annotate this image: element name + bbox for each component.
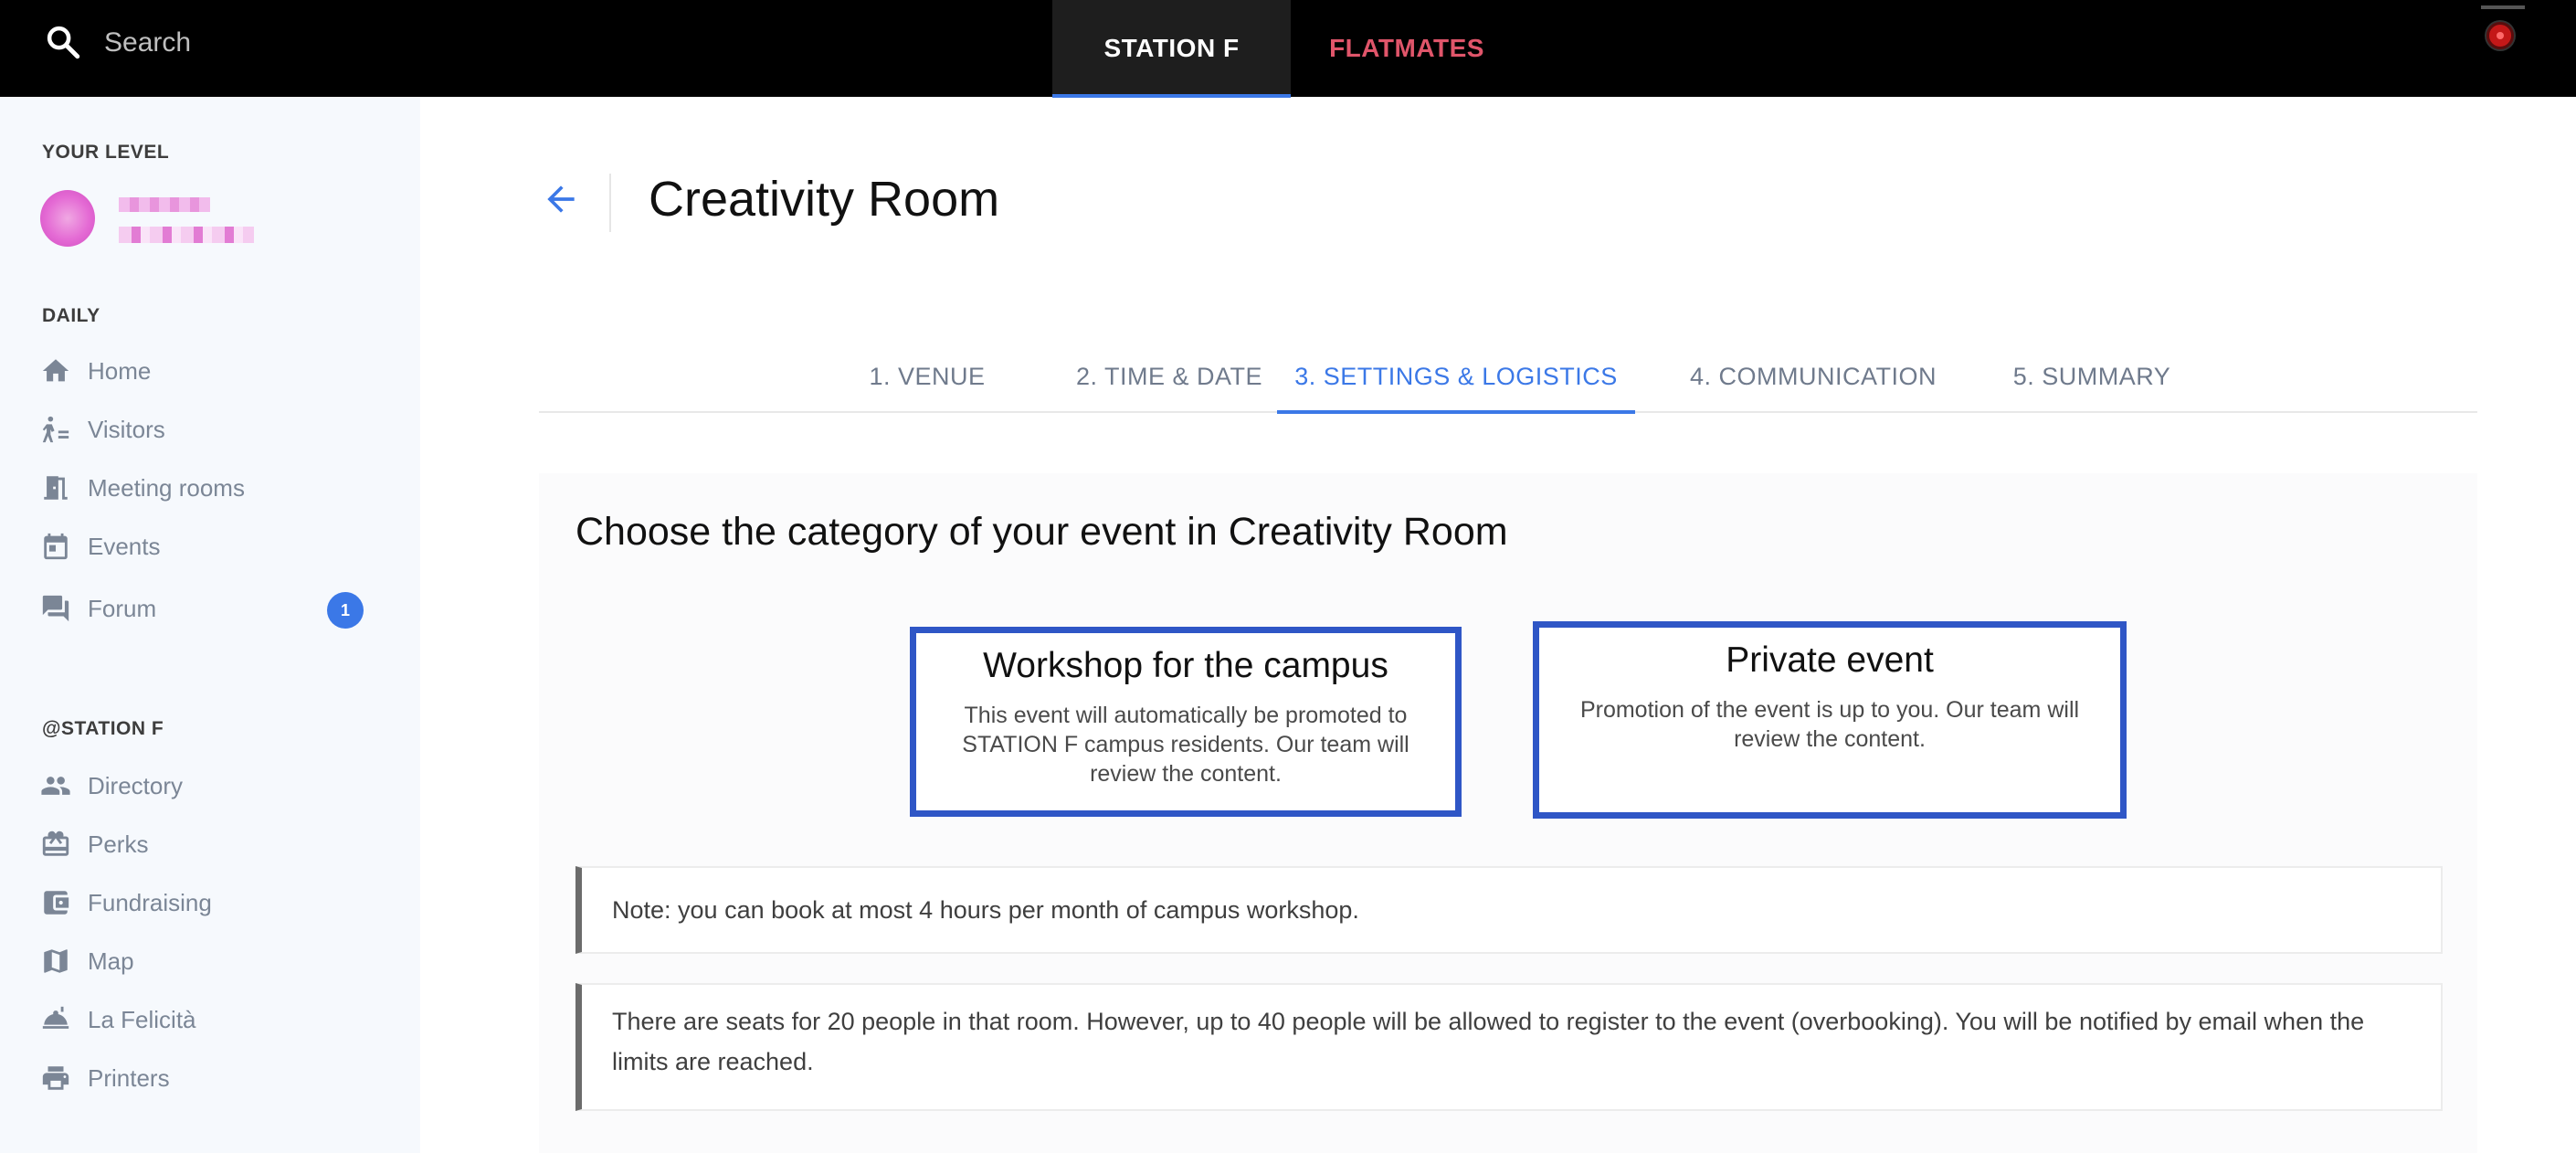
- tab-summary[interactable]: 5. SUMMARY: [1987, 340, 2197, 413]
- sidebar-item-label: Fundraising: [88, 888, 212, 916]
- tab-time-date[interactable]: 2. TIME & DATE: [1060, 340, 1279, 413]
- tab-station-f[interactable]: STATION F: [1052, 0, 1291, 97]
- tab-settings-logistics[interactable]: 3. SETTINGS & LOGISTICS: [1277, 340, 1635, 413]
- sidebar-item-events[interactable]: Events: [40, 528, 387, 565]
- map-icon: [44, 949, 68, 973]
- sidebar-item-label: Meeting rooms: [88, 473, 245, 502]
- door-icon: [44, 476, 68, 500]
- note-text: There are seats for 20 people in that ro…: [612, 1008, 2365, 1075]
- forum-count-badge: 1: [327, 592, 364, 629]
- user-level-name-blurred: [119, 197, 210, 212]
- tab-flatmates[interactable]: FLATMATES: [1291, 0, 1523, 97]
- printer-icon: [42, 1066, 69, 1090]
- search-icon[interactable]: [44, 23, 82, 61]
- sidebar-item-fundraising[interactable]: Fundraising: [40, 884, 387, 921]
- active-tab-indicator: [1052, 94, 1291, 98]
- card-description: This event will automatically be promote…: [962, 703, 1409, 787]
- search-input[interactable]: Search: [104, 25, 191, 61]
- sidebar: YOUR LEVEL DAILY Home Visitors Meeting r…: [0, 97, 420, 1153]
- forum-icon: [42, 595, 69, 622]
- sidebar-item-la-felicita[interactable]: La Felicità: [40, 1001, 387, 1038]
- capacity-note: There are seats for 20 people in that ro…: [575, 983, 2443, 1111]
- sidebar-item-label: Map: [88, 947, 134, 975]
- private-event-card[interactable]: Private event Promotion of the event is …: [1533, 621, 2127, 819]
- sidebar-item-home[interactable]: Home: [40, 353, 387, 389]
- top-bar: Search STATION F FLATMATES: [0, 0, 2576, 98]
- calendar-icon: [44, 533, 68, 560]
- sidebar-item-meeting-rooms[interactable]: Meeting rooms: [40, 470, 387, 506]
- tab-venue[interactable]: 1. VENUE: [854, 340, 1000, 413]
- step-tabs: 1. VENUE 2. TIME & DATE 3. SETTINGS & LO…: [539, 340, 2477, 414]
- gift-icon: [42, 830, 69, 856]
- sidebar-item-printers[interactable]: Printers: [40, 1060, 387, 1096]
- wallet-icon: [44, 891, 69, 915]
- sidebar-item-label: Perks: [88, 830, 149, 858]
- sidebar-item-label: La Felicità: [88, 1005, 196, 1033]
- note-text: Note: you can book at most 4 hours per m…: [612, 896, 1359, 924]
- visitor-icon: [42, 416, 69, 443]
- sidebar-item-label: Directory: [88, 771, 184, 799]
- daily-section-title: DAILY: [42, 305, 100, 326]
- sidebar-item-visitors[interactable]: Visitors: [40, 411, 387, 448]
- category-heading: Choose the category of your event in Cre…: [575, 510, 1508, 554]
- home-icon: [42, 359, 69, 382]
- sidebar-item-label: Home: [88, 356, 152, 385]
- recording-label: [2481, 5, 2525, 9]
- workshop-campus-card[interactable]: Workshop for the campus This event will …: [910, 627, 1462, 817]
- card-title: Private event: [1726, 640, 1934, 680]
- back-arrow-icon[interactable]: [541, 179, 581, 219]
- card-title: Workshop for the campus: [983, 646, 1388, 685]
- sidebar-item-label: Visitors: [88, 415, 165, 443]
- your-level-title: YOUR LEVEL: [42, 142, 170, 163]
- sidebar-item-perks[interactable]: Perks: [40, 826, 387, 862]
- avatar: [40, 190, 95, 247]
- tab-communication[interactable]: 4. COMMUNICATION: [1681, 340, 1946, 413]
- category-panel: Choose the category of your event in Cre…: [539, 473, 2477, 1153]
- active-step-indicator: [1277, 410, 1635, 414]
- food-icon: [42, 1006, 69, 1029]
- sidebar-item-directory[interactable]: Directory: [40, 767, 387, 804]
- sidebar-item-label: Forum: [88, 594, 157, 622]
- sidebar-item-label: Events: [88, 532, 161, 560]
- page-title: Creativity Room: [649, 172, 1000, 227]
- booking-limit-note: Note: you can book at most 4 hours per m…: [575, 866, 2443, 954]
- sidebar-item-label: Printers: [88, 1063, 170, 1092]
- title-divider: [609, 174, 611, 232]
- station-section-title: @STATION F: [42, 718, 164, 739]
- card-description: Promotion of the event is up to you. Our…: [1579, 697, 2080, 752]
- user-level-detail-blurred: [119, 227, 254, 243]
- record-icon[interactable]: [2486, 22, 2514, 49]
- sidebar-item-map[interactable]: Map: [40, 943, 387, 979]
- people-icon: [41, 777, 70, 795]
